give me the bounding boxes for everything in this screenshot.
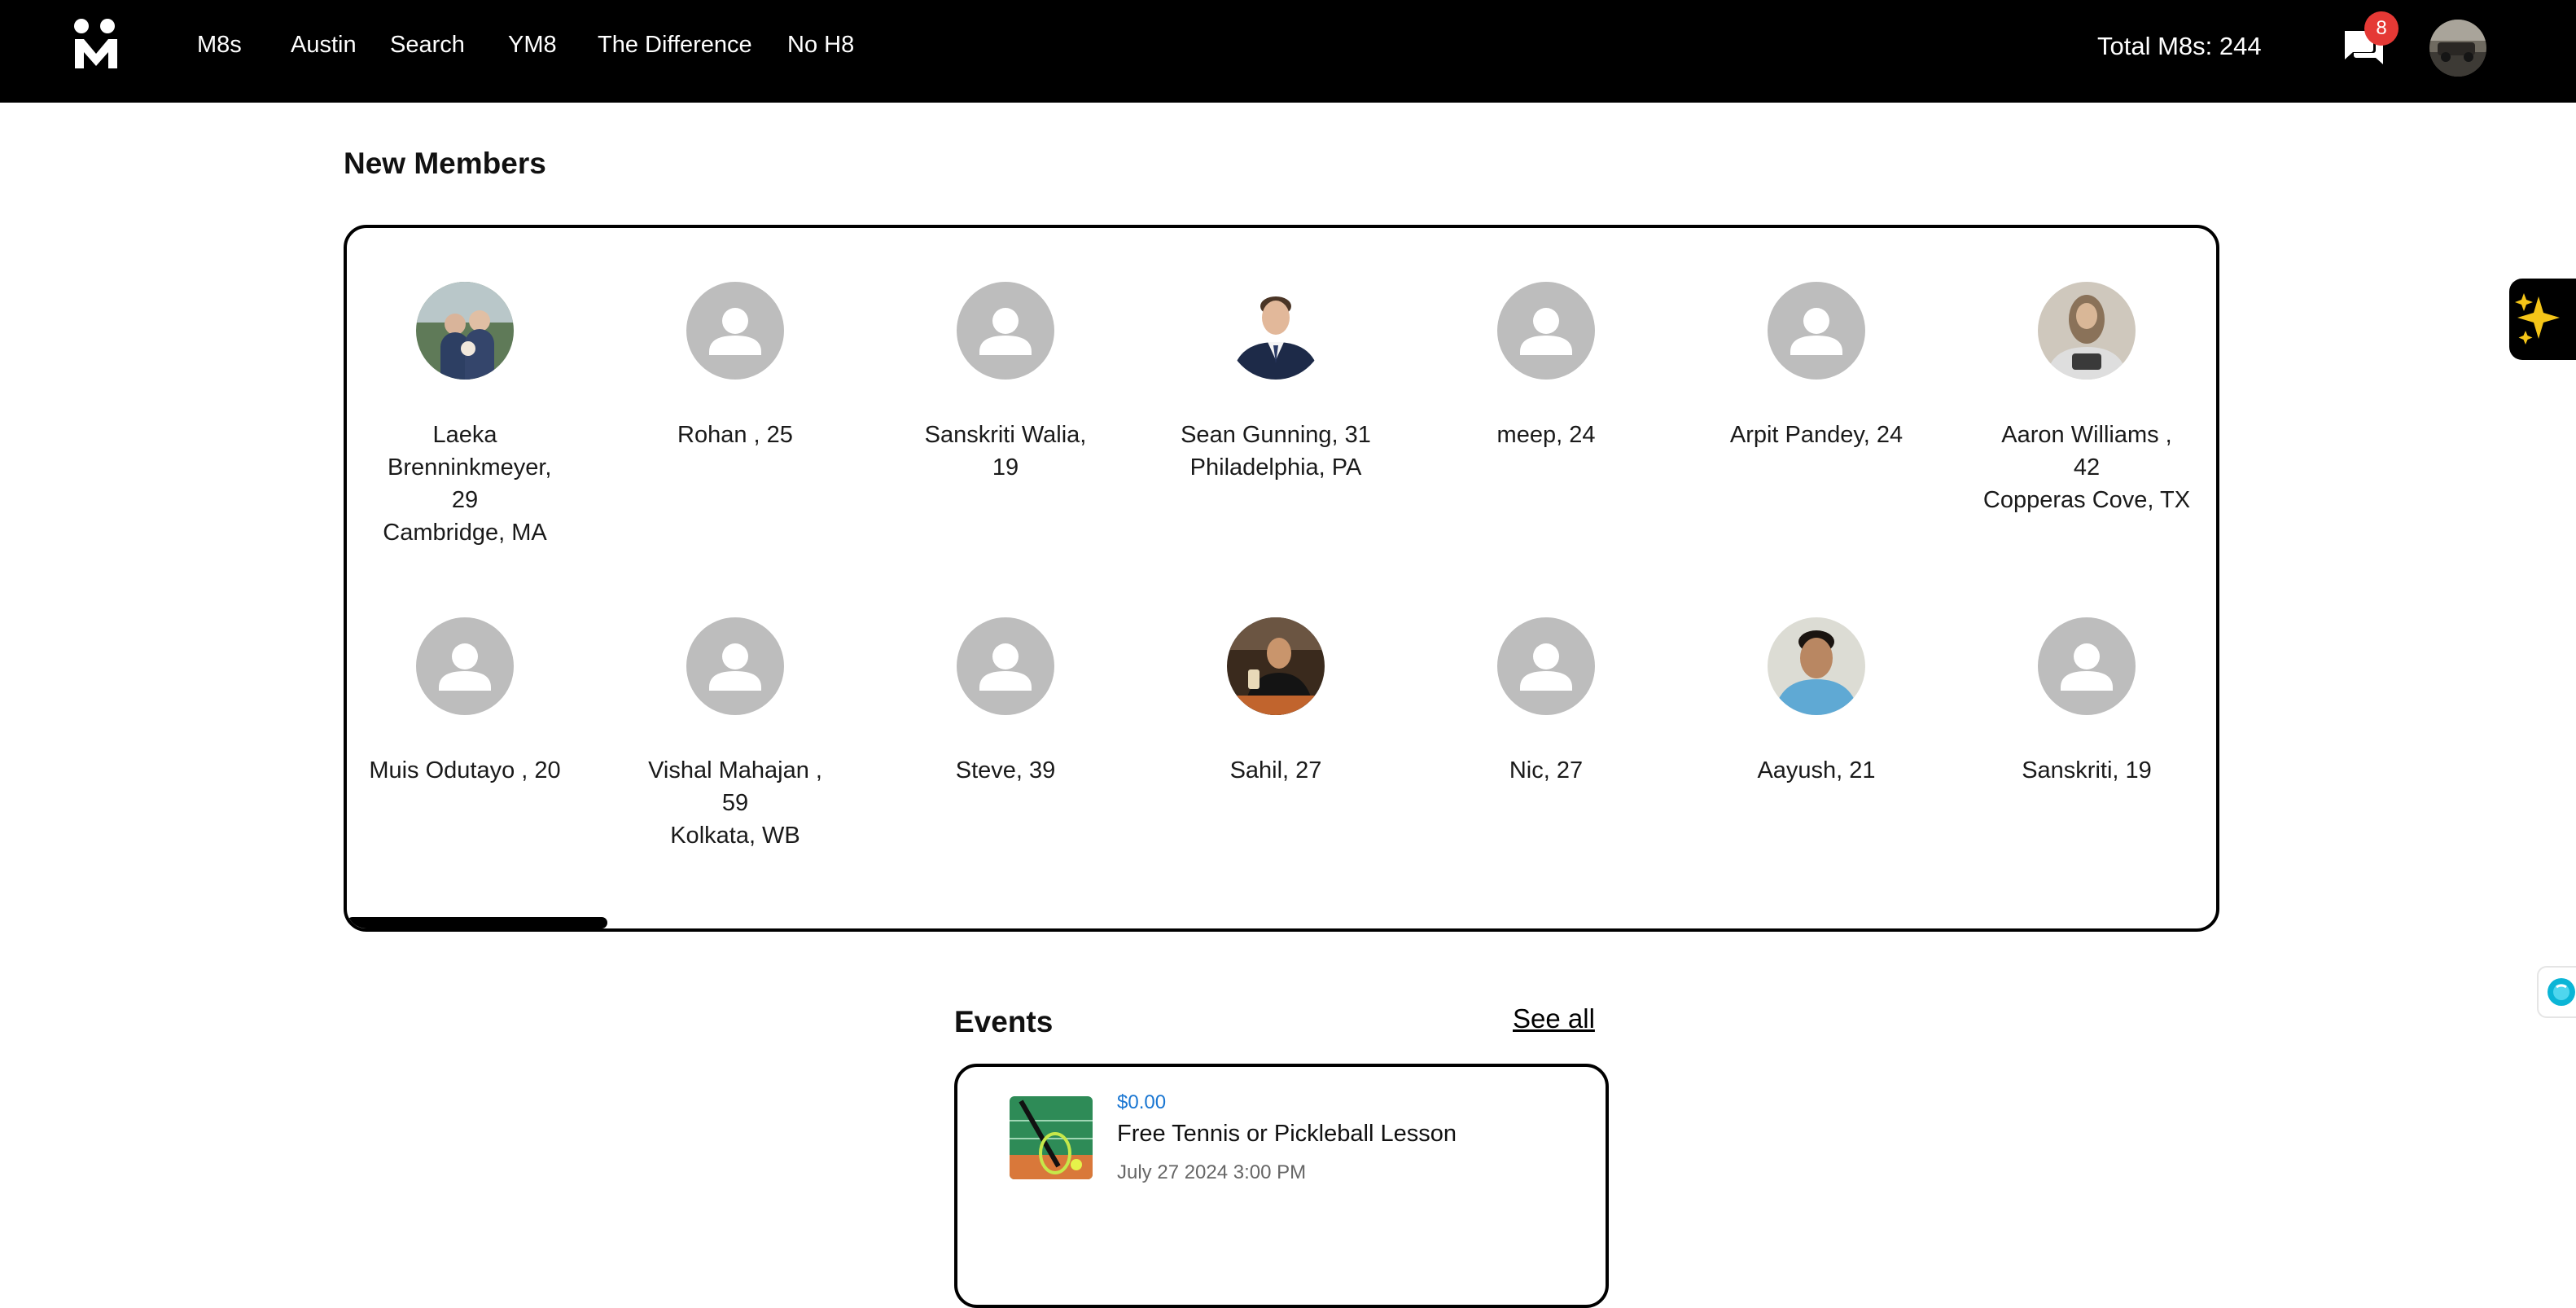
default-avatar-icon	[1497, 282, 1595, 380]
nav-link-austin[interactable]: Austin	[291, 32, 357, 59]
default-avatar-icon	[2038, 617, 2136, 715]
member-card[interactable]: Sahil, 27	[1158, 617, 1394, 787]
member-card[interactable]: Aayush, 21	[1698, 617, 1934, 787]
member-name: Sanskriti, 19	[2022, 757, 2152, 783]
member-name: Nic, 27	[1509, 757, 1584, 783]
member-location: Kolkata, WB	[670, 823, 800, 849]
new-members-carousel[interactable]: Laeka Brenninkmeyer, 29 Cambridge, MA Ro…	[344, 225, 2219, 932]
m8s-logo-icon[interactable]	[72, 18, 120, 70]
member-name: Sahil, 27	[1229, 757, 1322, 783]
default-avatar-icon	[686, 617, 784, 715]
carousel-scrollbar[interactable]	[347, 917, 607, 928]
events-list: $0.00 Free Tennis or Pickleball Lesson J…	[954, 1064, 1609, 1308]
nav-link-no-h8[interactable]: No H8	[787, 32, 854, 59]
default-avatar-icon	[1768, 282, 1865, 380]
top-navbar: M8s Austin Search YM8 The Difference No …	[0, 0, 2576, 103]
default-avatar-icon	[1497, 617, 1595, 715]
total-m8s-count: Total M8s: 244	[2097, 32, 2262, 60]
ai-assistant-button[interactable]	[2509, 279, 2576, 360]
member-photo	[1227, 617, 1325, 715]
default-avatar-icon	[957, 282, 1054, 380]
member-card[interactable]: Rohan , 25	[617, 282, 853, 451]
nav-link-search[interactable]: Search	[390, 32, 465, 59]
member-location: Philadelphia, PA	[1189, 454, 1362, 481]
member-name: Aayush, 21	[1757, 757, 1876, 783]
member-card[interactable]: Sean Gunning, 31 Philadelphia, PA	[1158, 282, 1394, 484]
sparkles-icon	[2515, 293, 2560, 345]
member-name: Steve, 39	[955, 757, 1056, 783]
default-avatar-icon	[416, 617, 514, 715]
see-all-events-link[interactable]: See all	[1513, 1003, 1595, 1034]
user-avatar[interactable]	[2429, 20, 2486, 77]
member-name: Sanskriti Walia, 19	[924, 422, 1087, 481]
member-card[interactable]: meep, 24	[1428, 282, 1664, 451]
member-name: meep, 24	[1496, 422, 1596, 448]
member-name: Sean Gunning, 31	[1181, 422, 1371, 448]
default-avatar-icon	[686, 282, 784, 380]
member-name: Arpit Pandey, 24	[1729, 422, 1904, 448]
chat-widget-icon	[2548, 978, 2575, 1006]
event-price: $0.00	[1117, 1091, 1167, 1113]
member-card[interactable]: Arpit Pandey, 24	[1698, 282, 1934, 451]
member-card[interactable]: Nic, 27	[1428, 617, 1664, 787]
member-name: Laeka Brenninkmeyer, 29	[388, 422, 552, 513]
member-photo	[1227, 282, 1325, 380]
event-date: July 27 2024 3:00 PM	[1117, 1161, 1307, 1183]
member-photo	[2038, 282, 2136, 380]
member-name: Muis Odutayo , 20	[369, 757, 561, 783]
member-location: Copperas Cove, TX	[1982, 487, 2191, 513]
member-name: Rohan , 25	[677, 422, 793, 448]
new-members-title: New Members	[344, 147, 546, 180]
member-card[interactable]: Vishal Mahajan , 59 Kolkata, WB	[617, 617, 853, 852]
message-count-badge: 8	[2364, 11, 2399, 46]
member-card[interactable]: Sanskriti, 19	[1969, 617, 2205, 787]
events-title: Events	[954, 1005, 1054, 1038]
member-photo	[416, 282, 514, 380]
member-name: Vishal Mahajan , 59	[648, 757, 822, 816]
nav-link-ym8[interactable]: YM8	[508, 32, 557, 59]
member-card[interactable]: Laeka Brenninkmeyer, 29 Cambridge, MA	[347, 282, 583, 549]
member-card[interactable]: Steve, 39	[887, 617, 1124, 787]
member-card[interactable]: Muis Odutayo , 20	[347, 617, 583, 787]
event-title[interactable]: Free Tennis or Pickleball Lesson	[1117, 1121, 1457, 1148]
member-photo	[1768, 617, 1865, 715]
nav-link-the-difference[interactable]: The Difference	[598, 32, 752, 59]
event-thumbnail[interactable]	[1010, 1096, 1093, 1179]
default-avatar-icon	[957, 617, 1054, 715]
member-card[interactable]: Sanskriti Walia, 19	[887, 282, 1124, 484]
member-card[interactable]: Aaron Williams , 42 Copperas Cove, TX	[1969, 282, 2205, 516]
member-location: Cambridge, MA	[383, 520, 547, 546]
side-widget-button[interactable]	[2537, 966, 2576, 1018]
member-name: Aaron Williams , 42	[2001, 422, 2172, 481]
nav-link-m8s[interactable]: M8s	[197, 32, 242, 59]
